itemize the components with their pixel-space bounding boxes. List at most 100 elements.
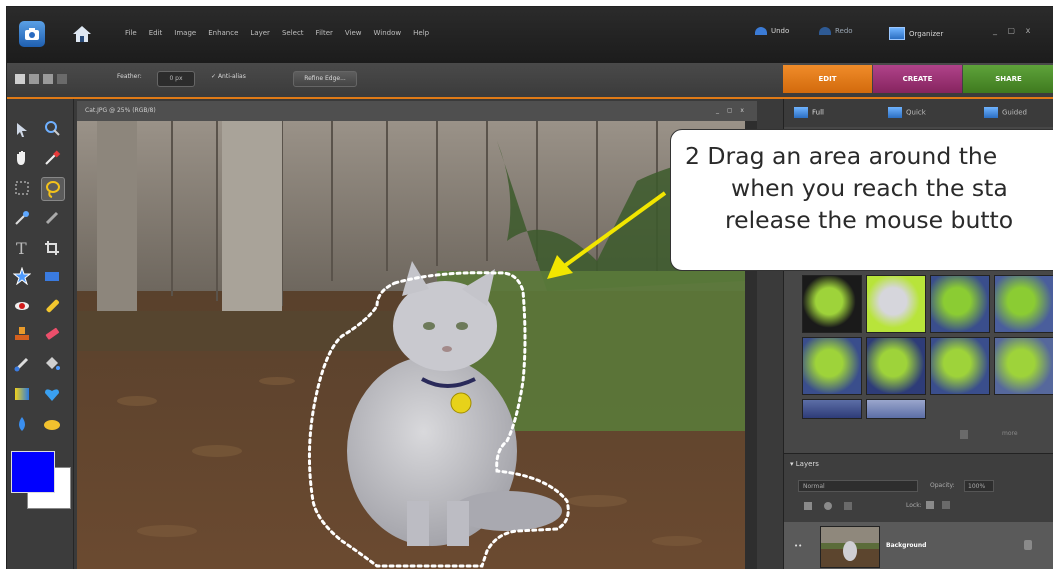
toolbox: T [7, 99, 74, 569]
menu-select[interactable]: Select [282, 29, 304, 37]
menu-view[interactable]: View [345, 29, 362, 37]
effect-thumbnail[interactable] [930, 275, 990, 333]
move-tool-icon[interactable] [13, 121, 31, 139]
layer-row-background[interactable]: •• Background [784, 522, 1053, 569]
eyedropper-tool-icon[interactable] [43, 149, 61, 167]
effects-thumbnail-grid [796, 269, 1053, 419]
gradient-tool-icon[interactable] [13, 385, 31, 403]
layers-panel-header[interactable]: ▾ Layers [790, 460, 819, 468]
blend-mode-select[interactable]: Normal [798, 480, 918, 492]
menu-image[interactable]: Image [174, 29, 196, 37]
menu-layer[interactable]: Layer [250, 29, 270, 37]
menu-enhance[interactable]: Enhance [208, 29, 238, 37]
adjustment-layer-icon[interactable] [824, 502, 832, 510]
opacity-label: Opacity: [930, 482, 955, 489]
visibility-eye-icon[interactable]: •• [794, 542, 802, 550]
undo-button[interactable]: Undo [755, 27, 789, 35]
effect-thumbnail[interactable] [866, 275, 926, 333]
tab-quick[interactable]: Quick [888, 107, 926, 118]
refine-edge-button[interactable]: Refine Edge... [293, 71, 357, 87]
app-logo-icon[interactable] [19, 21, 45, 47]
layers-panel: ▾ Layers Normal Opacity: 100% Lock: •• B… [784, 453, 1053, 569]
straighten-tool-icon[interactable] [43, 267, 61, 285]
effect-thumbnail[interactable] [802, 337, 862, 395]
hand-tool-icon[interactable] [13, 149, 31, 167]
main-menu: File Edit Image Enhance Layer Select Fil… [125, 29, 429, 37]
redo-label: Redo [835, 27, 853, 35]
lock-all-icon[interactable] [942, 501, 950, 509]
sponge-tool-icon[interactable] [43, 415, 61, 433]
home-icon[interactable] [71, 23, 93, 45]
eraser-tool-icon[interactable] [43, 325, 61, 343]
window-controls[interactable]: _ ▢ x [993, 26, 1034, 35]
magic-wand-tool-icon[interactable] [13, 209, 31, 227]
full-edit-icon [794, 107, 808, 118]
feather-input[interactable]: 0 px [157, 71, 195, 87]
organizer-label: Organizer [909, 29, 944, 38]
panel-tabs-row: Full Quick Guided [784, 99, 1053, 127]
layer-name: Background [886, 542, 927, 549]
subtract-selection-icon[interactable] [43, 74, 53, 84]
trash-icon[interactable] [960, 430, 968, 439]
spot-healing-tool-icon[interactable] [43, 297, 61, 315]
red-eye-tool-icon[interactable] [13, 297, 31, 315]
document-tab[interactable]: Cat.JPG @ 25% (RGB/8) _ ▢ x [77, 101, 757, 121]
effect-thumbnail[interactable] [802, 399, 862, 419]
marquee-tool-icon[interactable] [13, 179, 31, 197]
redo-button[interactable]: Redo [819, 27, 853, 35]
crop-tool-icon[interactable] [43, 239, 61, 257]
new-selection-icon[interactable] [15, 74, 25, 84]
shape-tool-icon[interactable] [43, 385, 61, 403]
menu-file[interactable]: File [125, 29, 137, 37]
paint-bucket-tool-icon[interactable] [43, 355, 61, 373]
tab-guided[interactable]: Guided [984, 107, 1027, 118]
tab-edit[interactable]: EDIT [783, 65, 872, 93]
undo-label: Undo [771, 27, 790, 35]
callout-line-3: release the mouse butto [725, 206, 1014, 234]
menu-help[interactable]: Help [413, 29, 429, 37]
redo-icon [819, 27, 831, 35]
menu-filter[interactable]: Filter [316, 29, 333, 37]
tab-create[interactable]: CREATE [873, 65, 962, 93]
clone-stamp-tool-icon[interactable] [13, 325, 31, 343]
effect-thumbnail[interactable] [802, 275, 862, 333]
blur-tool-icon[interactable] [13, 415, 31, 433]
tab-full[interactable]: Full [794, 107, 824, 118]
organizer-button[interactable]: Organizer [889, 27, 943, 40]
effect-thumbnail[interactable] [866, 337, 926, 395]
menu-edit[interactable]: Edit [149, 29, 163, 37]
quick-fix-icon [888, 107, 902, 118]
effect-thumbnail[interactable] [930, 337, 990, 395]
lasso-tool-icon[interactable] [41, 177, 65, 201]
new-layer-icon[interactable] [804, 502, 812, 510]
brush-tool-icon[interactable] [13, 355, 31, 373]
lock-transparent-icon[interactable] [926, 501, 934, 509]
tab-share[interactable]: SHARE [963, 65, 1053, 93]
cookie-cutter-tool-icon[interactable] [12, 266, 32, 286]
effect-thumbnail[interactable] [866, 399, 926, 419]
add-selection-icon[interactable] [29, 74, 39, 84]
effect-thumbnail[interactable] [994, 275, 1053, 333]
document-window-controls[interactable]: _ ▢ x [716, 101, 747, 121]
layers-title: Layers [795, 460, 819, 468]
opacity-field[interactable]: 100% [964, 480, 994, 492]
guided-edit-icon [984, 107, 998, 118]
layer-thumbnail [820, 526, 880, 568]
foreground-color-swatch-top [11, 451, 55, 493]
delete-layer-icon[interactable] [844, 502, 852, 510]
type-tool-icon[interactable]: T [13, 239, 31, 258]
intersect-selection-icon[interactable] [57, 74, 67, 84]
menu-window[interactable]: Window [374, 29, 402, 37]
document-title: Cat.JPG @ 25% (RGB/8) [85, 107, 156, 114]
layer-buttons [804, 502, 852, 510]
effect-thumbnail[interactable] [994, 337, 1053, 395]
effects-more-label[interactable]: more [1002, 430, 1018, 437]
photoshop-elements-window: File Edit Image Enhance Layer Select Fil… [6, 6, 1053, 569]
instruction-callout: 2 Drag an area around the when you reach… [670, 129, 1053, 271]
selection-brush-icon[interactable] [43, 209, 61, 227]
zoom-tool-icon[interactable] [43, 119, 61, 137]
antialias-checkbox[interactable]: ✓ Anti-alias [211, 73, 246, 80]
effects-footer: more [784, 424, 1053, 444]
selection-mode-icons[interactable] [15, 74, 83, 84]
tab-full-label: Full [812, 108, 824, 117]
